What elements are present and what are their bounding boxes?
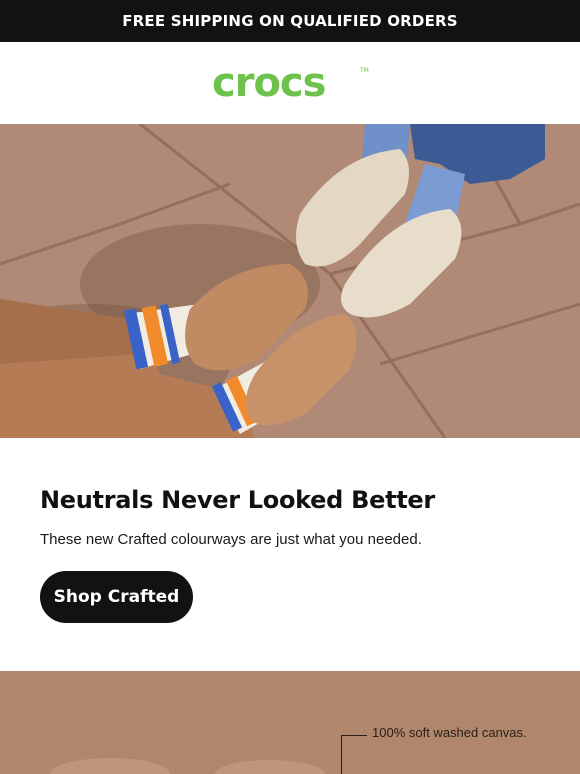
hero-image[interactable] [0,124,580,438]
promo-section: Neutrals Never Looked Better These new C… [0,438,580,671]
shipping-banner: FREE SHIPPING ON QUALIFIED ORDERS [0,0,580,42]
promo-subtext: These new Crafted colourways are just wh… [40,531,422,548]
logo-wordmark: crocs [212,63,325,103]
shop-crafted-button[interactable]: Shop Crafted [40,571,193,623]
header: crocs TM [0,42,580,124]
product-feature-section: 100% soft washed canvas. [0,671,580,774]
promo-headline: Neutrals Never Looked Better [40,486,435,514]
canvas-callout: 100% soft washed canvas. [372,725,527,740]
crocs-logo[interactable]: crocs TM [210,63,370,103]
product-photo [50,758,325,774]
shipping-banner-text: FREE SHIPPING ON QUALIFIED ORDERS [122,12,458,30]
callout-line [341,735,367,774]
logo-trademark: TM [359,67,369,74]
hero-photo [0,124,580,438]
